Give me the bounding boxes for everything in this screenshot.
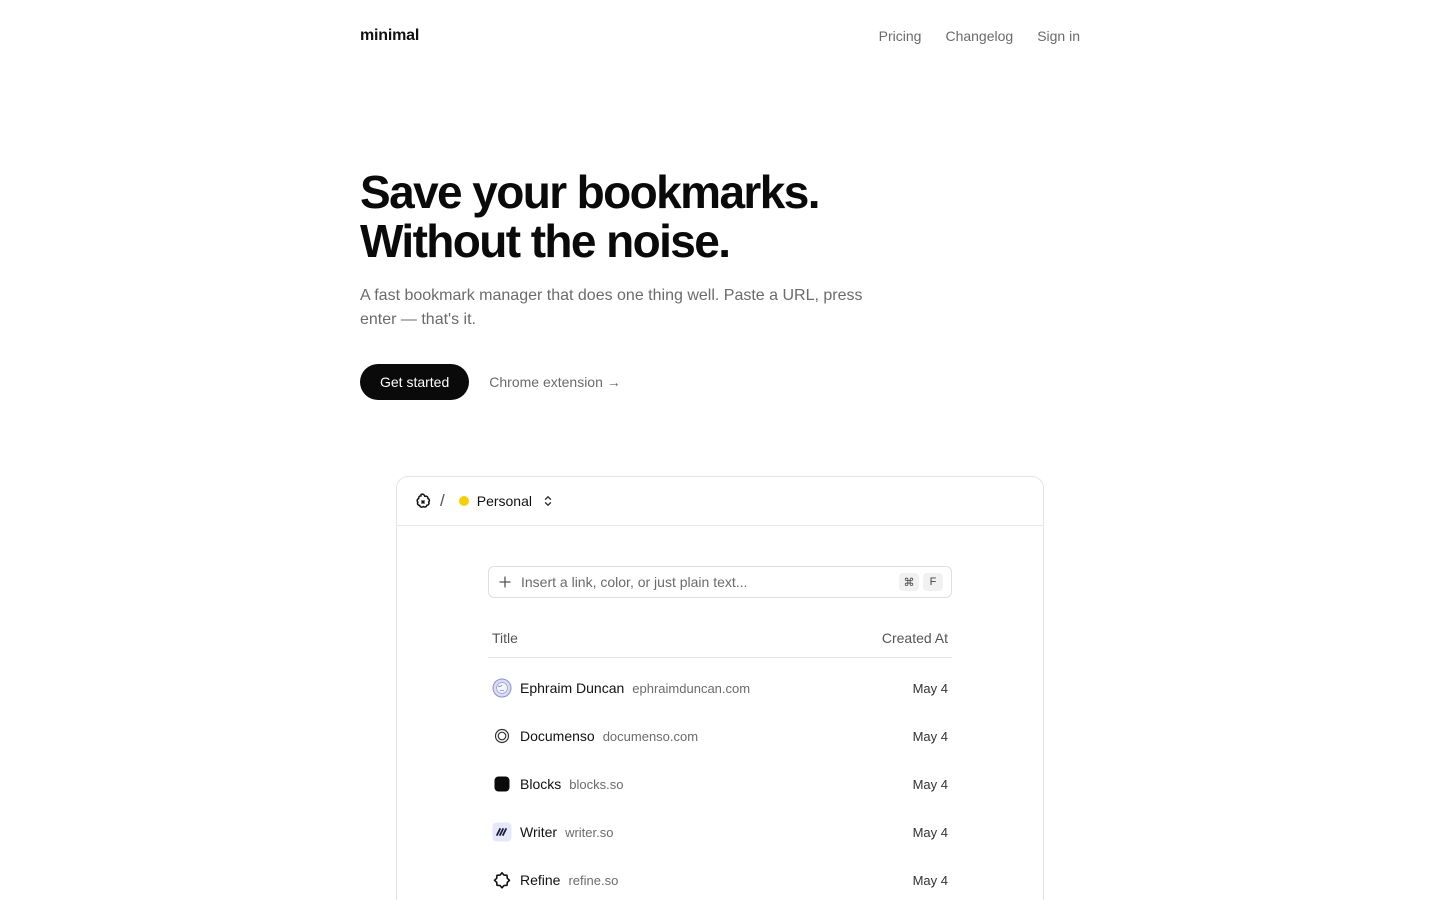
- row-domain: refine.so: [568, 872, 619, 888]
- row-title: Ephraim Duncan: [520, 680, 625, 696]
- row-domain: ephraimduncan.com: [632, 680, 751, 696]
- row-domain: writer.so: [565, 824, 614, 840]
- insert-bar: ⌘ F: [488, 566, 952, 598]
- table-row[interactable]: Ephraim Duncan ephraimduncan.com May 4: [488, 664, 952, 712]
- hero-title: Save your bookmarks. Without the noise.: [360, 168, 1080, 266]
- workspace-switcher[interactable]: Personal: [458, 493, 554, 509]
- site-header: minimal Pricing Changelog Sign in: [360, 22, 1080, 50]
- row-title: Blocks: [520, 776, 562, 792]
- row-date: May 4: [912, 776, 948, 792]
- row-date: May 4: [912, 824, 948, 840]
- refine-logo-icon: [492, 870, 512, 890]
- globe-avatar-icon: [492, 678, 512, 698]
- writer-logo-icon: [492, 822, 512, 842]
- app-preview: / Personal ⌘ F: [396, 476, 1044, 900]
- logo[interactable]: minimal: [360, 27, 419, 45]
- cta-row: Get started Chrome extension →: [360, 364, 1080, 400]
- column-created-at[interactable]: Created At: [882, 630, 948, 646]
- documenso-logo-icon: [492, 726, 512, 746]
- table-row[interactable]: Refine refine.so May 4: [488, 856, 952, 900]
- blocks-logo-icon: [492, 774, 512, 794]
- table-row[interactable]: Documenso documenso.com May 4: [488, 712, 952, 760]
- bookmarks-table: Title Created At Ephraim Duncan ephraimd…: [488, 630, 952, 900]
- nav-link-pricing[interactable]: Pricing: [879, 28, 922, 44]
- app-logo-icon[interactable]: [414, 492, 432, 510]
- hero-title-line-1: Save your bookmarks.: [360, 166, 820, 218]
- row-title: Documenso: [520, 728, 595, 744]
- row-date: May 4: [912, 728, 948, 744]
- nav-link-sign-in[interactable]: Sign in: [1037, 28, 1080, 44]
- row-domain: documenso.com: [602, 728, 699, 744]
- insert-input[interactable]: [521, 574, 899, 590]
- row-date: May 4: [912, 872, 948, 888]
- hero-subtitle: A fast bookmark manager that does one th…: [360, 287, 863, 328]
- table-row[interactable]: Writer writer.so May 4: [488, 808, 952, 856]
- workspace-color-dot: [458, 496, 469, 506]
- table-header: Title Created At: [488, 630, 952, 658]
- column-title[interactable]: Title: [492, 630, 518, 646]
- workspace-name: Personal: [476, 493, 532, 509]
- nav-links: Pricing Changelog Sign in: [879, 28, 1080, 44]
- chrome-extension-link[interactable]: Chrome extension →: [489, 374, 621, 390]
- breadcrumb-separator: /: [440, 491, 445, 510]
- app-topbar: / Personal: [397, 477, 1043, 526]
- shortcut-mod-key: ⌘: [899, 573, 919, 591]
- row-title: Writer: [520, 824, 558, 840]
- row-title: Refine: [520, 872, 561, 888]
- plus-icon: [499, 576, 511, 588]
- nav-link-changelog[interactable]: Changelog: [945, 28, 1013, 44]
- hero-section: Save your bookmarks. Without the noise. …: [360, 168, 1080, 400]
- row-domain: blocks.so: [569, 776, 624, 792]
- hero-title-line-2: Without the noise.: [360, 215, 731, 267]
- table-row[interactable]: Blocks blocks.so May 4: [488, 760, 952, 808]
- row-date: May 4: [912, 680, 948, 696]
- shortcut-key: F: [923, 573, 943, 591]
- get-started-button[interactable]: Get started: [360, 364, 470, 400]
- landing-page: minimal Pricing Changelog Sign in Save y…: [0, 0, 1440, 900]
- chevron-up-down-icon: [542, 494, 554, 508]
